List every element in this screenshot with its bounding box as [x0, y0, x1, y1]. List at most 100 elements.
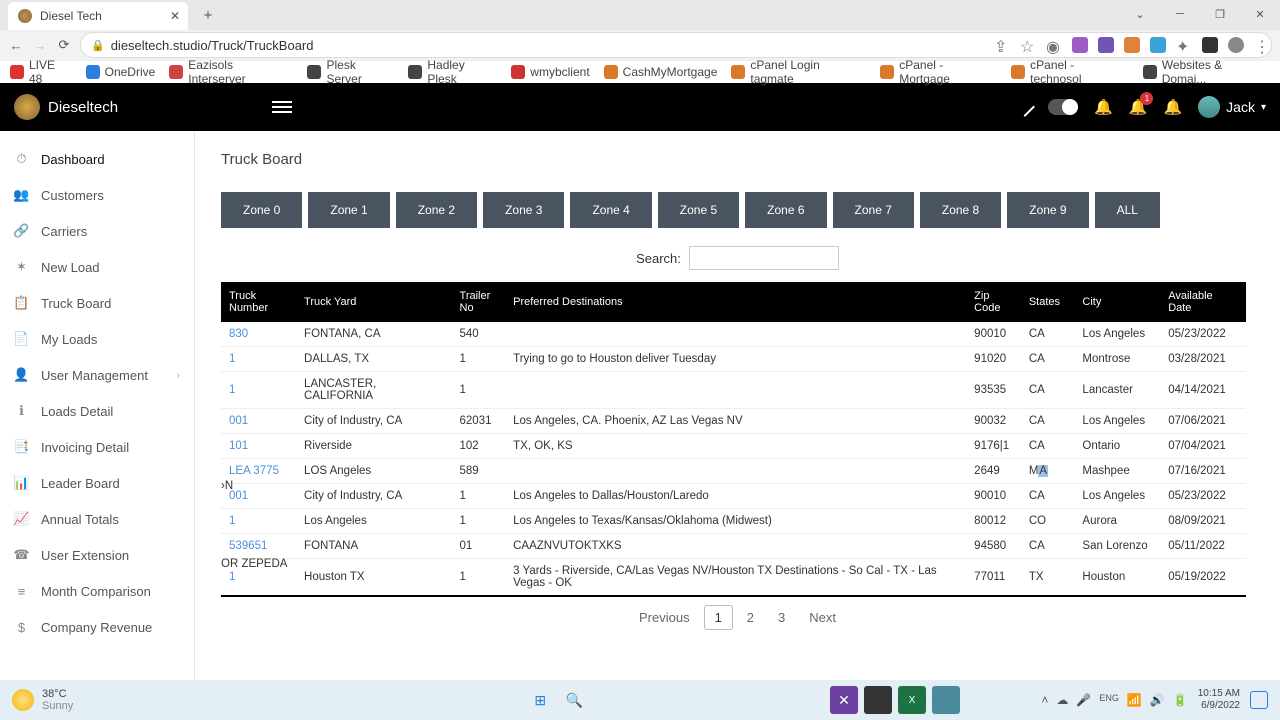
table-row[interactable]: 1Los Angeles1Los Angeles to Texas/Kansas… [221, 509, 1246, 534]
page-2-button[interactable]: 2 [737, 606, 764, 629]
close-icon[interactable]: ✕ [170, 9, 180, 23]
bookmark-item[interactable]: wmybclient [511, 65, 589, 79]
table-row[interactable]: 101Riverside102TX, OK, KS9176|1CAOntario… [221, 434, 1246, 459]
sidebar-item-carriers[interactable]: 🔗Carriers [0, 213, 194, 249]
bookmark-item[interactable]: cPanel - technosol [1011, 58, 1129, 86]
column-header[interactable]: States [1021, 282, 1075, 322]
sidebar-item-month-comparison[interactable]: ≡Month Comparison [0, 573, 194, 609]
user-menu[interactable]: Jack ▾ [1198, 96, 1266, 118]
bookmark-item[interactable]: Eazisols Interserver [169, 58, 293, 86]
minimize-button[interactable]: ─ [1160, 0, 1200, 28]
forward-button[interactable]: → [32, 37, 48, 53]
truck-number[interactable]: 001 [221, 409, 296, 434]
search-input[interactable] [689, 246, 839, 270]
chevron-down-icon[interactable]: ⌄ [1120, 0, 1160, 28]
bookmark-item[interactable]: Hadley Plesk [408, 58, 497, 86]
truck-number[interactable]: 830 [221, 322, 296, 347]
truck-number[interactable]: 1 [221, 347, 296, 372]
truck-number[interactable]: 1 [221, 509, 296, 534]
ext-icon-5[interactable] [1202, 37, 1218, 53]
zone-button[interactable]: Zone 6 [745, 192, 826, 228]
zone-button[interactable]: ALL [1095, 192, 1160, 228]
table-row[interactable]: 539651FONTANA01CAAZNVUTOKTXKS94580CASan … [221, 534, 1246, 559]
taskbar-app-icon[interactable]: ✕ [830, 686, 858, 714]
zone-button[interactable]: Zone 0 [221, 192, 302, 228]
sidebar-item-my-loads[interactable]: 📄My Loads [0, 321, 194, 357]
bookmark-item[interactable]: Plesk Server [307, 58, 394, 86]
star-icon[interactable]: ☆ [1020, 37, 1036, 53]
column-header[interactable]: Truck Yard [296, 282, 451, 322]
puzzle-icon[interactable]: ✦ [1176, 37, 1192, 53]
truck-number[interactable]: 539651 [221, 534, 296, 559]
sidebar-item-new-load[interactable]: ✶New Load [0, 249, 194, 285]
zone-button[interactable]: Zone 2 [396, 192, 477, 228]
table-row[interactable]: 1DALLAS, TX1Trying to go to Houston deli… [221, 347, 1246, 372]
truck-number[interactable]: 101 [221, 434, 296, 459]
bell-icon[interactable]: 🔔 [1094, 98, 1113, 116]
taskbar-app-icon[interactable] [864, 686, 892, 714]
clock[interactable]: 10:15 AM 6/9/2022 [1198, 688, 1240, 712]
table-row[interactable]: 001City of Industry, CA1Los Angeles to D… [221, 484, 1246, 509]
zone-button[interactable]: Zone 8 [920, 192, 1001, 228]
zone-button[interactable]: Zone 1 [308, 192, 389, 228]
ext-icon-4[interactable] [1150, 37, 1166, 53]
excel-icon[interactable]: X [898, 686, 926, 714]
table-row[interactable]: LEA 3775LOS Angeles5892649MAMashpee07/16… [221, 459, 1246, 484]
system-tray[interactable]: ˄ ☁ 🎤 ENG 📶 🔊 🔋 [1041, 693, 1187, 707]
column-header[interactable]: City [1074, 282, 1160, 322]
table-row[interactable]: 1Houston TX13 Yards - Riverside, CA/Las … [221, 559, 1246, 597]
notifications-icon[interactable] [1250, 691, 1268, 709]
sidebar-item-dashboard[interactable]: ⏱Dashboard [0, 141, 194, 177]
lang-icon[interactable]: ENG [1099, 693, 1119, 707]
bookmark-item[interactable]: Websites & Domai... [1143, 58, 1270, 86]
back-button[interactable]: ← [8, 37, 24, 53]
theme-toggle[interactable] [1048, 99, 1078, 115]
column-header[interactable]: Preferred Destinations [505, 282, 966, 322]
brand[interactable]: Dieseltech [14, 94, 118, 120]
browser-tab[interactable]: Diesel Tech ✕ [8, 2, 188, 30]
hamburger-icon[interactable] [272, 98, 292, 116]
onedrive-icon[interactable]: ☁ [1056, 693, 1068, 707]
zone-button[interactable]: Zone 7 [833, 192, 914, 228]
next-button[interactable]: Next [799, 606, 846, 629]
column-header[interactable]: Trailer No [452, 282, 506, 322]
calculator-icon[interactable] [932, 686, 960, 714]
zone-button[interactable]: Zone 5 [658, 192, 739, 228]
column-header[interactable]: Truck Number [221, 282, 296, 322]
truck-number[interactable]: 1 [221, 372, 296, 409]
prev-button[interactable]: Previous [629, 606, 700, 629]
sidebar-item-loads-detail[interactable]: ℹLoads Detail [0, 393, 194, 429]
mic-icon[interactable]: 🎤 [1076, 693, 1091, 707]
menu-icon[interactable]: ⋮ [1254, 37, 1270, 53]
volume-icon[interactable]: 🔊 [1150, 693, 1165, 707]
search-icon[interactable]: 🔍 [560, 686, 588, 714]
bell-icon[interactable]: 🔔 [1163, 98, 1182, 116]
wifi-icon[interactable]: 📶 [1127, 693, 1142, 707]
ext-icon-2[interactable] [1098, 37, 1114, 53]
close-window-button[interactable]: ✕ [1240, 0, 1280, 28]
reload-button[interactable]: ⟳ [56, 37, 72, 53]
bookmark-item[interactable]: cPanel Login tagmate [731, 58, 866, 86]
bookmark-item[interactable]: CashMyMortgage [604, 65, 718, 79]
profile-avatar[interactable] [1228, 37, 1244, 53]
sidebar-item-invoicing-detail[interactable]: 📑Invoicing Detail [0, 429, 194, 465]
chevron-up-icon[interactable]: ˄ [1041, 693, 1048, 707]
sidebar-item-annual-totals[interactable]: 📈Annual Totals [0, 501, 194, 537]
table-row[interactable]: 830FONTANA, CA54090010CALos Angeles05/23… [221, 322, 1246, 347]
table-row[interactable]: 001City of Industry, CA62031Los Angeles,… [221, 409, 1246, 434]
ext-icon-3[interactable] [1124, 37, 1140, 53]
table-row[interactable]: 1LANCASTER, CALIFORNIA193535CALancaster0… [221, 372, 1246, 409]
page-1-button[interactable]: 1 [704, 605, 733, 630]
bookmark-item[interactable]: LIVE 48 [10, 58, 72, 86]
ext-icon-1[interactable] [1072, 37, 1088, 53]
column-header[interactable]: Zip Code [966, 282, 1021, 322]
zone-button[interactable]: Zone 9 [1007, 192, 1088, 228]
sidebar-item-user-management[interactable]: 👤User Management› [0, 357, 194, 393]
maximize-button[interactable]: ❐ [1200, 0, 1240, 28]
sidebar-item-company-revenue[interactable]: $Company Revenue [0, 609, 194, 645]
sidebar-item-leader-board[interactable]: 📊Leader Board [0, 465, 194, 501]
bookmark-item[interactable]: OneDrive [86, 65, 156, 79]
share-icon[interactable]: ⇪ [994, 37, 1010, 53]
sidebar-item-user-extension[interactable]: ☎User Extension [0, 537, 194, 573]
sidebar-item-customers[interactable]: 👥Customers [0, 177, 194, 213]
